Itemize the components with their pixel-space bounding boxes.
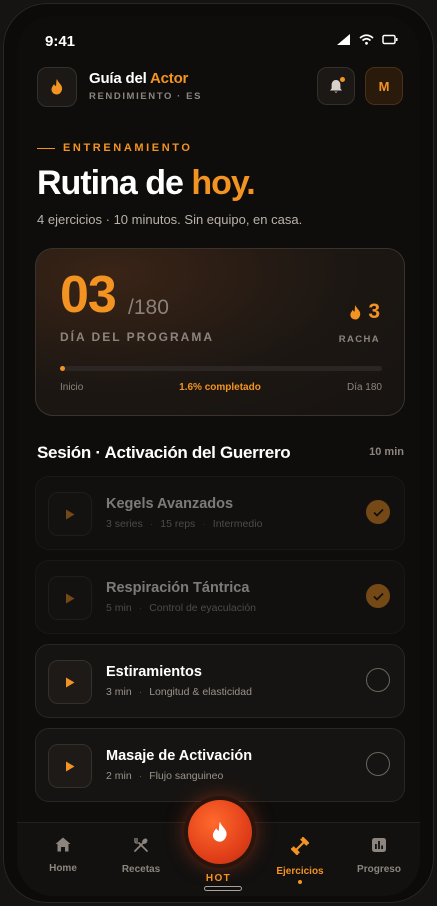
play-button[interactable]: [48, 660, 92, 704]
exercise-meta-item: Flujo sanguineo: [149, 770, 224, 782]
hot-label: HOT: [205, 873, 232, 884]
hot-button[interactable]: [188, 800, 252, 864]
meta-separator: ·: [138, 770, 143, 782]
home-icon: [55, 837, 71, 852]
exercise-meta: 3 min · Longitud & elasticidad: [106, 686, 252, 698]
streak-value: 3: [368, 300, 380, 323]
exercise-name: Respiración Tántrica: [106, 580, 250, 596]
exercise-meta-item: Control de eyaculación: [149, 602, 257, 614]
eyebrow-text: ENTRENAMIENTO: [63, 142, 193, 154]
program-day-total: /180: [128, 296, 169, 319]
avatar[interactable]: M: [365, 67, 403, 105]
wifi-icon: [359, 34, 374, 45]
phone-frame: 9:41 Guía del Actor RENDIMIENTO · ES M E…: [3, 3, 434, 903]
program-day-number: 03: [60, 266, 117, 324]
meta-separator: ·: [138, 686, 143, 698]
status-time: 9:41: [45, 33, 76, 50]
exercise-meta: 5 min · Control de eyaculación: [106, 602, 256, 614]
streak-counter: 3: [349, 300, 380, 324]
tab-progreso[interactable]: Progreso: [347, 837, 411, 875]
cellular-signal-icon: [337, 34, 350, 45]
app-header: Guía del Actor RENDIMIENTO · ES M: [37, 67, 403, 107]
page-title: Rutina de hoy.: [37, 164, 256, 202]
exercise-meta-item: Longitud & elasticidad: [149, 686, 252, 698]
completed-checkmark[interactable]: [366, 584, 390, 608]
exercise-meta-item: 2 min: [106, 770, 132, 782]
exercise-meta-item: 15 reps: [160, 518, 196, 530]
app-subtitle: RENDIMIENTO · ES: [89, 91, 203, 102]
utensils-icon: [134, 838, 148, 852]
app-logo[interactable]: [37, 67, 77, 107]
play-button[interactable]: [48, 576, 92, 620]
tab-home[interactable]: Home: [31, 837, 95, 874]
program-day-label: DÍA DEL PROGRAMA: [60, 330, 215, 344]
exercise-meta: 2 min · Flujo sanguineo: [106, 770, 223, 782]
exercise-meta-item: 3 series: [106, 518, 143, 530]
battery-icon: [382, 34, 398, 45]
exercise-meta-item: 3 min: [106, 686, 132, 698]
meta-separator: ·: [138, 602, 143, 614]
flame-icon: [212, 821, 227, 842]
meta-separator: ·: [149, 518, 154, 530]
check-icon: [372, 592, 384, 601]
exercise-name: Kegels Avanzados: [106, 496, 234, 512]
screen: 9:41 Guía del Actor RENDIMIENTO · ES M E…: [17, 16, 420, 896]
exercise-name: Masaje de Activación: [106, 748, 253, 764]
program-progress-card: 03 /180 DÍA DEL PROGRAMA 3 RACHA Inicio …: [35, 248, 405, 416]
exercise-card[interactable]: Estiramientos 3 min · Longitud & elasticida…: [35, 644, 405, 718]
play-icon: [66, 509, 75, 519]
exercise-card[interactable]: Masaje de Activación 2 min · Flujo sanguine…: [35, 728, 405, 802]
streak-label: RACHA: [338, 334, 380, 345]
bar-chart-icon: [372, 838, 386, 852]
page-subtitle: 4 ejercicios · 10 minutos. Sin equipo, e…: [37, 212, 303, 227]
status-bar: 9:41: [17, 16, 420, 62]
dumbbell-icon: [290, 836, 310, 856]
session-duration: 10 min: [369, 446, 404, 458]
notifications-button[interactable]: [317, 67, 355, 105]
session-title: Sesión · Activación del Guerrero: [37, 443, 291, 462]
meta-separator: ·: [202, 518, 206, 530]
status-icons: [337, 34, 398, 45]
check-icon: [372, 508, 384, 517]
exercise-name: Estiramientos: [106, 664, 202, 680]
exercise-meta-item: 5 min: [106, 602, 132, 614]
play-icon: [66, 761, 75, 771]
program-progress-fill: [60, 366, 66, 371]
completed-checkmark[interactable]: [366, 500, 390, 524]
play-icon: [66, 677, 75, 687]
app-title: Guía del Actor: [89, 70, 189, 87]
progress-end-label: Día 180: [346, 382, 382, 393]
play-icon: [66, 593, 75, 603]
tab-recetas[interactable]: Recetas: [109, 837, 173, 875]
program-progress-bar: [60, 366, 382, 371]
flame-icon: [350, 304, 361, 319]
play-button[interactable]: [48, 744, 92, 788]
flame-icon: [51, 79, 63, 95]
notification-dot: [340, 77, 345, 82]
exercise-meta: 3 series · 15 reps · Intermedio: [106, 518, 262, 530]
play-button[interactable]: [48, 492, 92, 536]
exercise-card[interactable]: Kegels Avanzados 3 series · 15 reps · Interme…: [35, 476, 405, 550]
section-eyebrow: ENTRENAMIENTO: [37, 142, 193, 154]
incomplete-checkbox[interactable]: [366, 752, 390, 776]
exercise-card[interactable]: Respiración Tántrica 5 min · Control de eya…: [35, 560, 405, 634]
exercise-meta-item: Intermedio: [212, 518, 263, 530]
eyebrow-line: [37, 147, 55, 149]
incomplete-checkbox[interactable]: [366, 668, 390, 692]
home-indicator: [204, 886, 242, 891]
